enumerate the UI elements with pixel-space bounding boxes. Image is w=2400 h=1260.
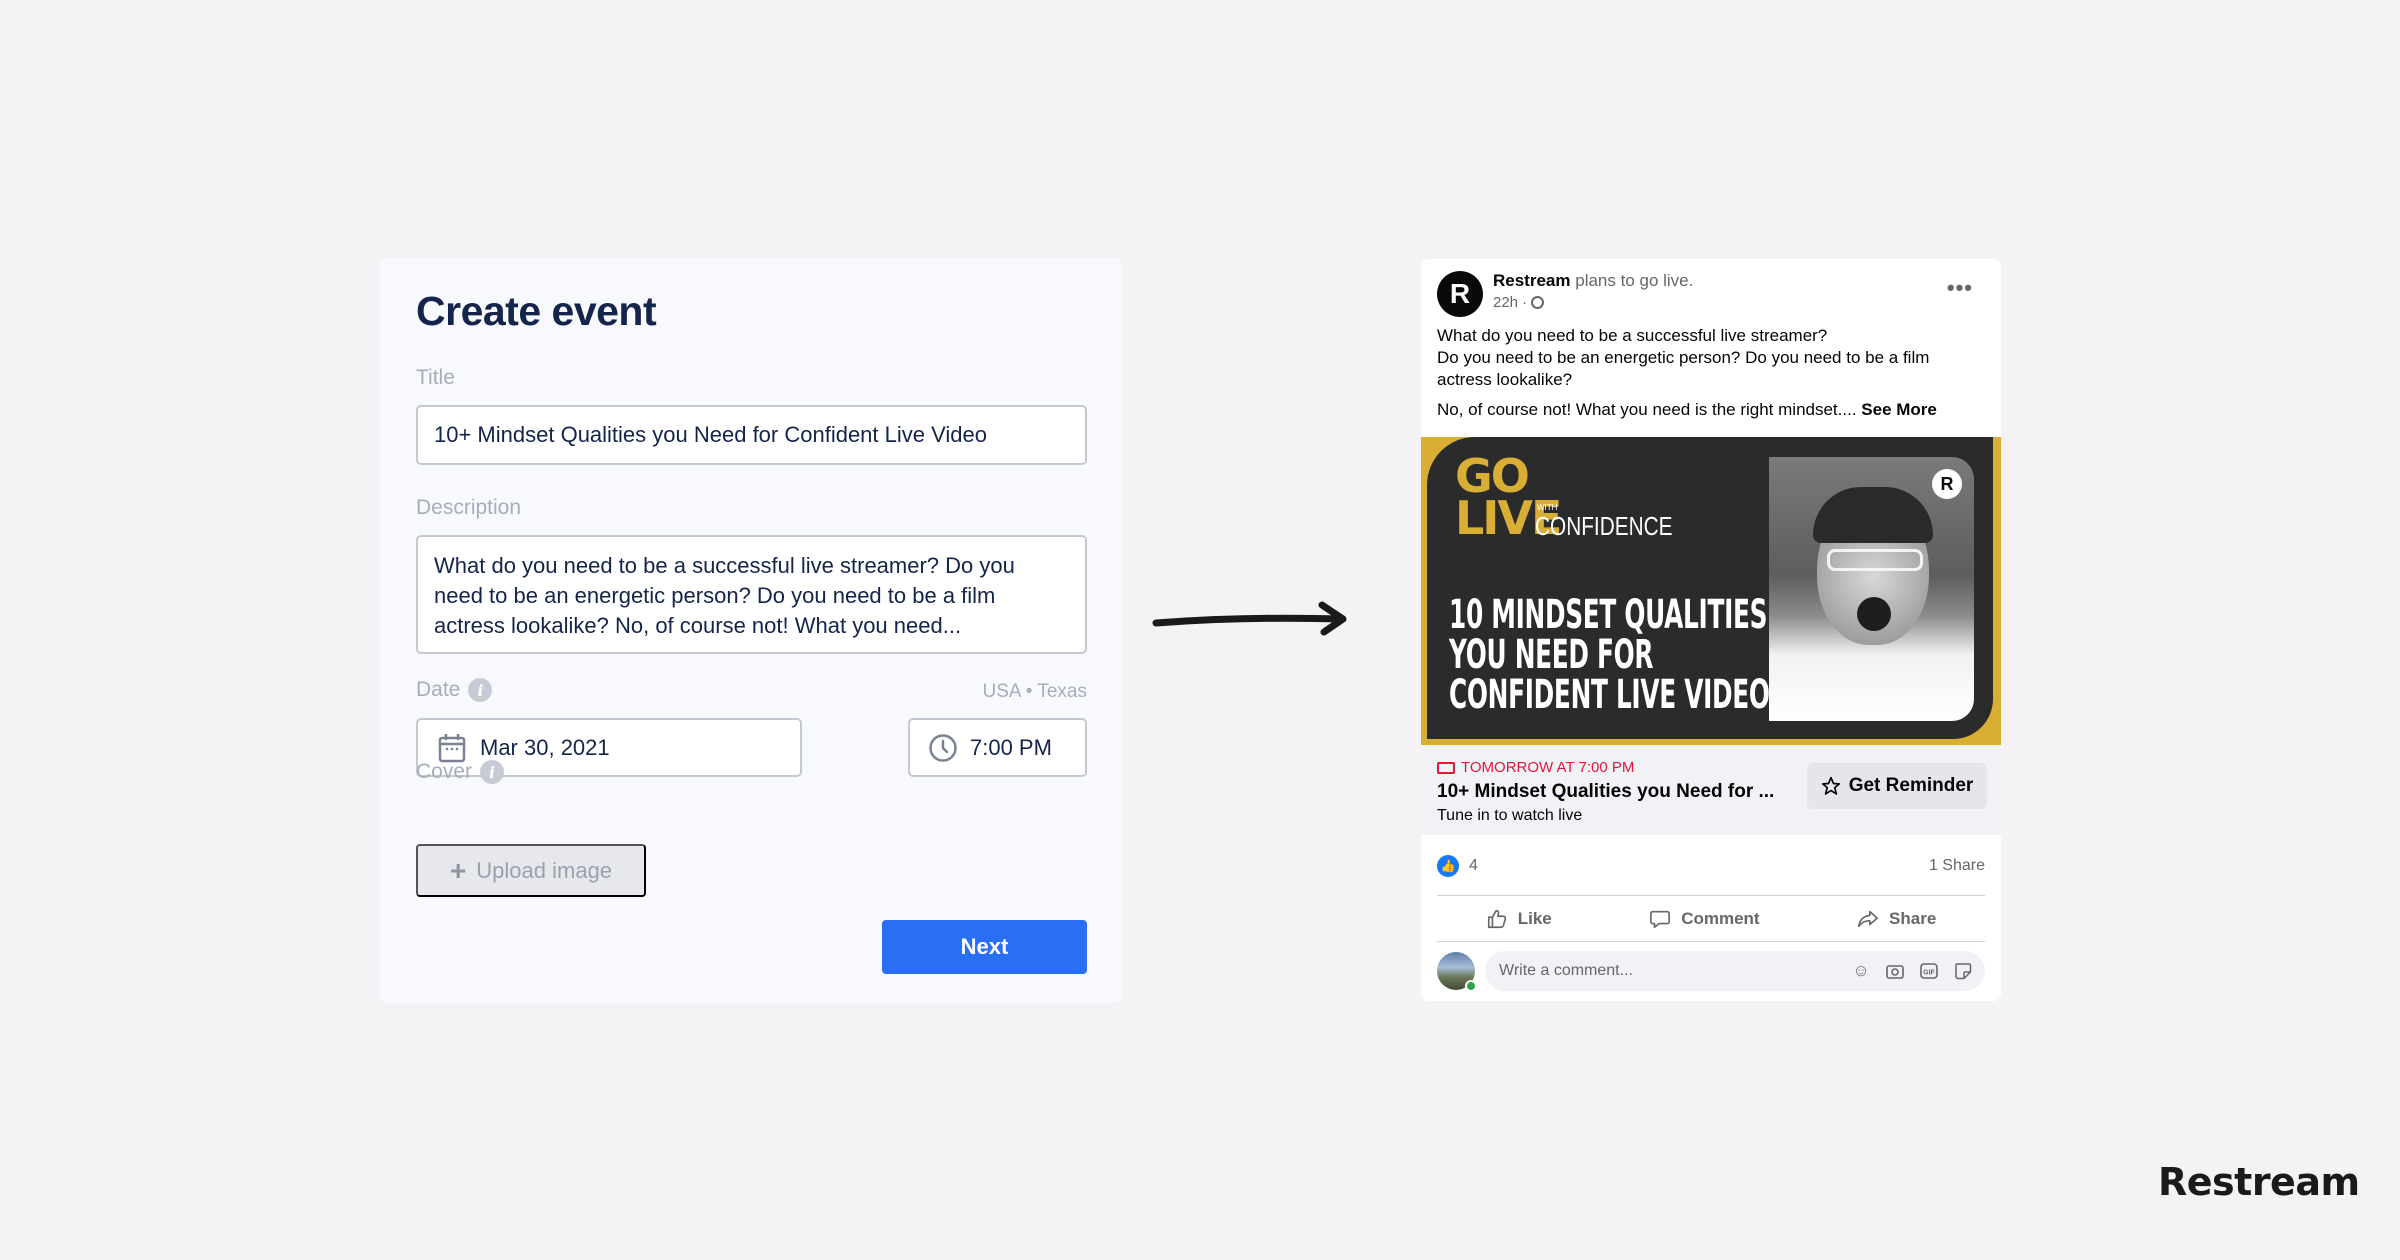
see-more-link[interactable]: See More: [1861, 400, 1937, 419]
comment-composer: Write a comment... ☺ GIF: [1437, 951, 1985, 992]
reactions[interactable]: 👍 4: [1437, 855, 1478, 877]
post-meta: 22h ·: [1493, 294, 1545, 311]
info-icon[interactable]: i: [480, 760, 505, 784]
cover-headline: 10 MINDSET QUALITIES YOU NEED FOR CONFID…: [1449, 595, 1770, 715]
clock-icon: [929, 733, 957, 762]
create-event-card: Create event Title 10+ Mindset Qualities…: [380, 258, 1121, 1003]
user-avatar[interactable]: [1437, 952, 1477, 992]
event-title[interactable]: 10+ Mindset Qualities you Need for ...: [1437, 781, 1774, 803]
cover-headline-line: 10 MINDSET QUALITIES: [1449, 592, 1768, 638]
get-reminder-label: Get Reminder: [1848, 775, 1974, 796]
like-reaction-icon: 👍: [1437, 855, 1459, 877]
event-cover-image[interactable]: GO LIVE WITH CONFIDENCE 10 MINDSET QUALI…: [1421, 437, 2001, 745]
next-button[interactable]: Next: [882, 920, 1087, 974]
comment-icon: [1650, 910, 1671, 929]
globe-icon: [1531, 296, 1545, 309]
date-label-text: Date: [416, 678, 461, 701]
thumbs-up-icon: [1487, 909, 1506, 929]
post-text-line: What do you need to be a successful live…: [1437, 326, 1828, 345]
date-value: Mar 30, 2021: [480, 734, 610, 760]
post-actions: Like Comment Share: [1437, 899, 1985, 939]
upload-image-label: Upload image: [476, 857, 613, 883]
cover-background: GO LIVE WITH CONFIDENCE 10 MINDSET QUALI…: [1427, 437, 1993, 739]
title-label-text: Title: [416, 366, 455, 389]
title-input-value: 10+ Mindset Qualities you Need for Confi…: [434, 422, 987, 447]
like-count: 4: [1469, 857, 1478, 874]
presenter-photo: R: [1769, 457, 1974, 721]
post-time[interactable]: 22h: [1493, 294, 1518, 311]
time-picker[interactable]: 7:00 PM: [908, 718, 1087, 777]
more-options-icon[interactable]: •••: [1947, 275, 1973, 301]
like-label: Like: [1517, 909, 1552, 928]
comment-label: Comment: [1681, 909, 1760, 928]
info-icon[interactable]: i: [468, 678, 493, 702]
comment-button[interactable]: Comment: [1649, 908, 1760, 930]
page-avatar[interactable]: R: [1437, 271, 1483, 317]
date-label: Date i: [416, 678, 493, 702]
description-textarea[interactable]: What do you need to be a successful live…: [416, 535, 1087, 654]
event-time: TOMORROW AT 7:00 PM: [1437, 759, 1634, 776]
like-button[interactable]: Like: [1486, 908, 1552, 930]
time-value: 7:00 PM: [970, 734, 1052, 760]
post-text-line: No, of course not! What you need is the …: [1437, 400, 1857, 419]
plus-icon: +: [449, 854, 467, 886]
comment-placeholder: Write a comment...: [1499, 962, 1633, 979]
event-time-text: TOMORROW AT 7:00 PM: [1461, 759, 1635, 776]
author-action: plans to go live.: [1575, 271, 1694, 290]
upload-image-button[interactable]: + Upload image: [416, 844, 646, 897]
presenter-mouth: [1857, 597, 1891, 631]
event-subtitle: Tune in to watch live: [1437, 807, 1583, 824]
calendar-icon: [438, 733, 466, 762]
comment-tools: ☺ GIF: [1851, 961, 1973, 981]
get-reminder-button[interactable]: Get Reminder: [1807, 763, 1987, 809]
description-label: Description: [416, 496, 521, 520]
cover-label: Cover i: [416, 760, 505, 784]
cover-headline-line: CONFIDENT LIVE VIDEO: [1449, 672, 1770, 718]
divider: [1437, 941, 1985, 942]
share-icon: [1858, 910, 1879, 928]
emoji-icon[interactable]: ☺: [1851, 961, 1871, 981]
author-name[interactable]: Restream: [1493, 271, 1571, 290]
title-label: Title: [416, 366, 455, 390]
post-author: Restream plans to go live.: [1493, 271, 1693, 291]
description-value: What do you need to be a successful live…: [434, 553, 1015, 638]
presenter-glasses: [1827, 549, 1923, 571]
post-text: What do you need to be a successful live…: [1437, 325, 1982, 421]
gif-icon[interactable]: GIF: [1919, 961, 1939, 981]
cover-headline-line: YOU NEED FOR: [1449, 632, 1654, 678]
sticker-icon[interactable]: [1953, 961, 1973, 981]
divider: [1437, 895, 1985, 896]
restream-logo: Restream: [2158, 1160, 2360, 1204]
timezone-region[interactable]: USA • Texas: [982, 681, 1087, 703]
svg-text:GIF: GIF: [1923, 970, 1935, 977]
share-count[interactable]: 1 Share: [1929, 857, 1985, 875]
meta-separator: ·: [1522, 294, 1528, 311]
cover-logo-confidence: CONFIDENCE: [1535, 511, 1673, 541]
event-info[interactable]: TOMORROW AT 7:00 PM 10+ Mindset Qualitie…: [1421, 745, 2001, 835]
comment-input[interactable]: Write a comment... ☺ GIF: [1485, 951, 1985, 991]
online-status-icon: [1465, 980, 1477, 992]
restream-badge: R: [1932, 469, 1962, 499]
title-input[interactable]: 10+ Mindset Qualities you Need for Confi…: [416, 405, 1087, 465]
page-title: Create event: [416, 288, 657, 334]
cover-label-text: Cover: [416, 760, 473, 783]
post-stats: 👍 4 1 Share: [1437, 851, 1985, 881]
facebook-post: R Restream plans to go live. 22h · ••• W…: [1421, 259, 2001, 1001]
post-text-line: Do you need to be an energetic person? D…: [1437, 348, 1930, 389]
share-button[interactable]: Share: [1857, 908, 1936, 930]
share-label: Share: [1889, 909, 1937, 928]
live-camera-icon: [1437, 761, 1455, 774]
arrow-right-icon: [1152, 601, 1347, 636]
description-label-text: Description: [416, 496, 522, 519]
star-icon: [1821, 776, 1840, 795]
presenter-hair: [1813, 487, 1933, 543]
camera-icon[interactable]: [1885, 961, 1905, 981]
